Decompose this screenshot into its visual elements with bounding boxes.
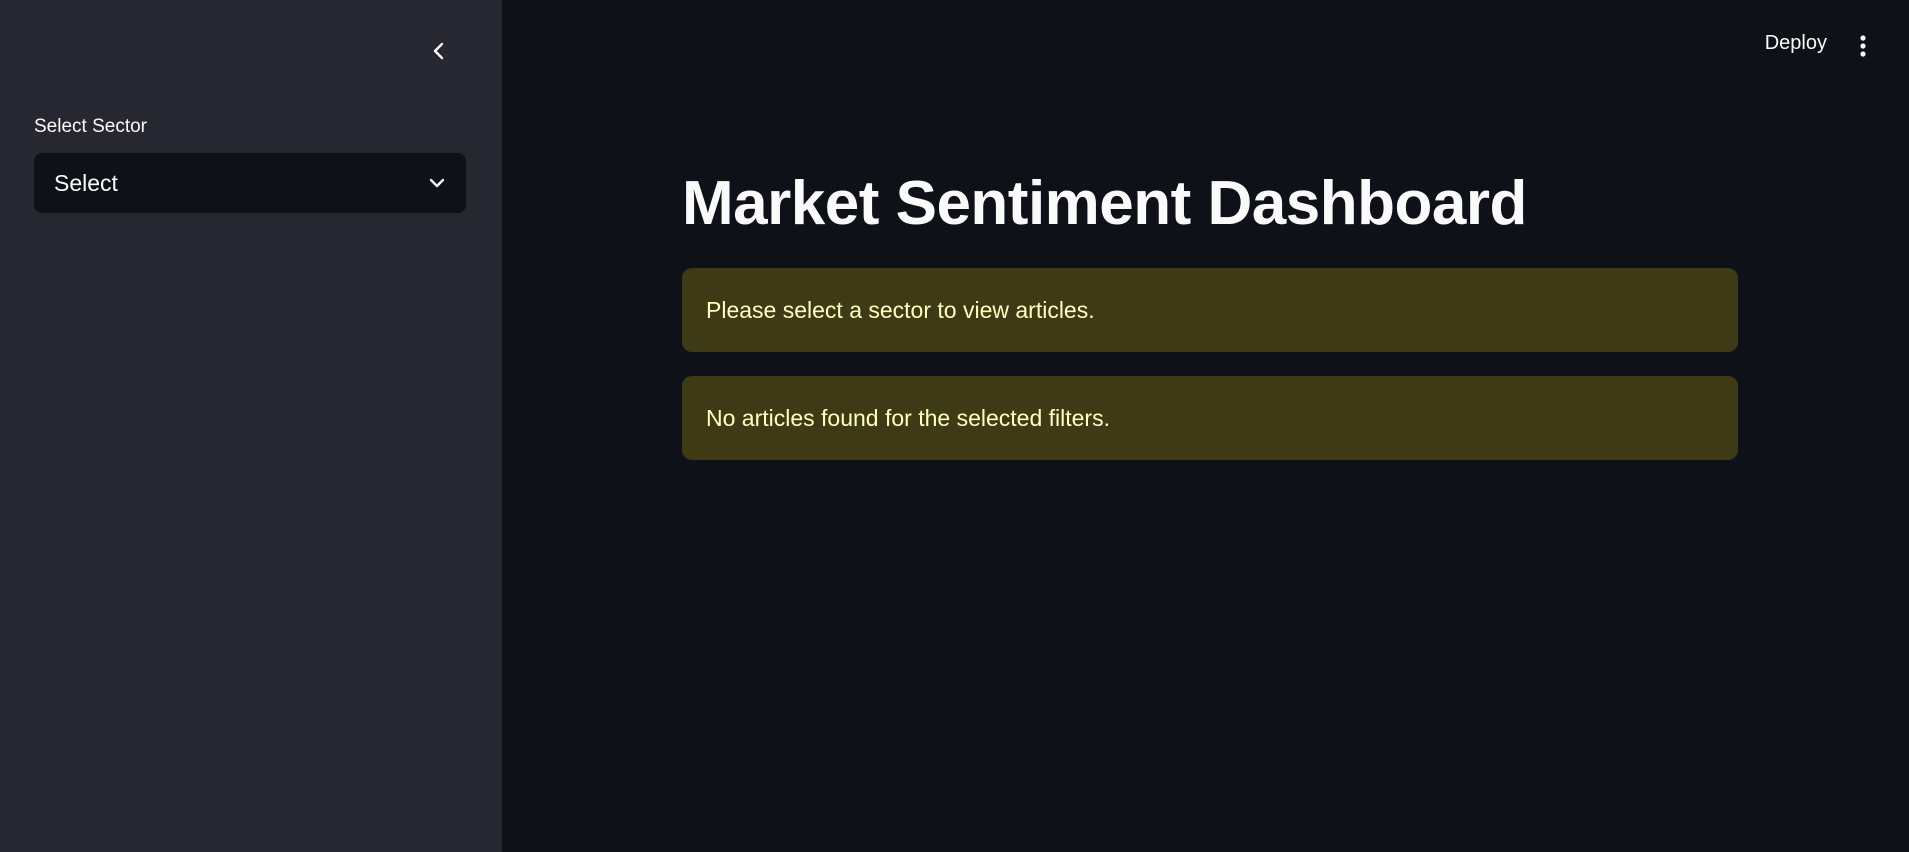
alert-text: Please select a sector to view articles. (706, 296, 1095, 323)
more-vertical-icon (1860, 35, 1866, 57)
collapse-sidebar-button[interactable] (422, 34, 456, 68)
page-title: Market Sentiment Dashboard (682, 169, 1527, 238)
sector-select-label: Select Sector (34, 116, 147, 137)
warning-alert-select-sector: Please select a sector to view articles. (682, 268, 1738, 352)
chevron-down-icon (429, 178, 445, 188)
main-content: Deploy Market Sentiment Dashboard Please… (502, 0, 1909, 852)
sector-select[interactable]: Select (34, 153, 466, 213)
chevron-left-icon (433, 42, 444, 60)
main-menu-button[interactable] (1853, 30, 1873, 62)
deploy-button[interactable]: Deploy (1765, 32, 1827, 55)
sector-select-value: Select (54, 169, 118, 196)
alert-text: No articles found for the selected filte… (706, 404, 1110, 431)
sidebar: Select Sector Select (0, 0, 502, 852)
warning-alert-no-articles: No articles found for the selected filte… (682, 376, 1738, 460)
app: Select Sector Select Deploy Market Senti… (0, 0, 1909, 852)
